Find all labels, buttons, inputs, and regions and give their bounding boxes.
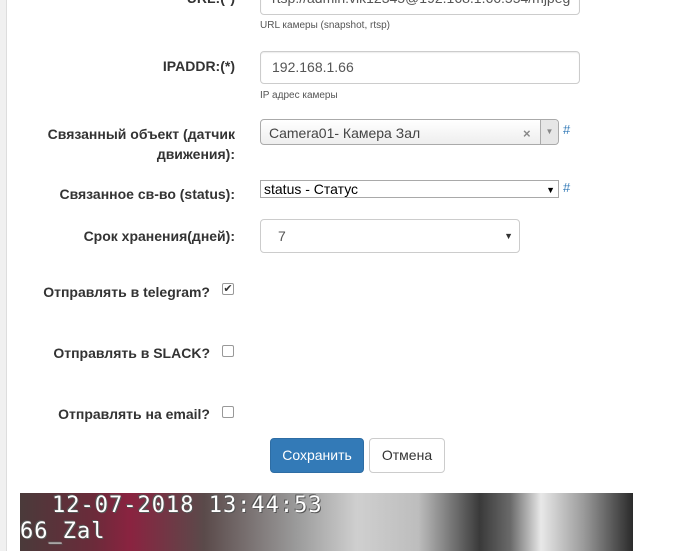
caret-down-icon: ▼ — [546, 185, 555, 195]
camera-name-overlay: 66_Zal — [20, 519, 106, 544]
save-button[interactable]: Сохранить — [270, 438, 364, 473]
retention-label: Срок хранения(дней): — [83, 228, 235, 244]
linked-object-value: Camera01- Камера Зал — [269, 125, 421, 141]
linked-object-label-line1: Связанный объект (датчик — [47, 126, 235, 142]
linked-property-label: Связанное св-во (status): — [59, 186, 235, 202]
left-panel-edge — [0, 0, 7, 551]
cancel-button[interactable]: Отмена — [369, 438, 445, 473]
email-checkbox[interactable] — [222, 406, 234, 418]
linked-object-label: Связанный объект (датчик движения): — [20, 124, 235, 164]
email-label: Отправлять на email? — [58, 406, 210, 422]
linked-object-link[interactable]: # — [563, 122, 570, 137]
slack-label: Отправлять в SLACK? — [53, 345, 210, 361]
slack-checkbox[interactable] — [222, 345, 234, 357]
url-input[interactable]: rtsp://admin:vik12345@192.168.1.66:554/m… — [260, 0, 580, 15]
chevron-down-icon[interactable]: ▼ — [540, 120, 558, 144]
telegram-label: Отправлять в telegram? — [43, 284, 210, 300]
linked-object-label-line2: движения): — [156, 146, 235, 162]
camera-timestamp: 12-07-2018 13:44:53 — [52, 493, 323, 518]
ipaddr-help: IP адрес камеры — [260, 90, 338, 101]
check-icon: ✔ — [223, 283, 233, 295]
retention-select[interactable]: 7 ▼ — [260, 219, 520, 253]
telegram-checkbox[interactable]: ✔ — [222, 283, 234, 295]
retention-value: 7 — [278, 228, 286, 244]
url-label: URL:(*) — [150, 0, 235, 8]
linked-property-link[interactable]: # — [563, 180, 570, 195]
close-icon[interactable]: × — [523, 122, 531, 146]
url-help: URL камеры (snapshot, rtsp) — [260, 20, 391, 31]
linked-property-select[interactable]: status - Статус ▼ — [260, 180, 559, 198]
caret-down-icon: ▼ — [504, 231, 513, 241]
ipaddr-input[interactable]: 192.168.1.66 — [260, 51, 580, 84]
camera-preview: 12-07-2018 13:44:53 66_Zal — [20, 493, 633, 551]
linked-object-select[interactable]: Camera01- Камера Зал × ▼ — [260, 119, 559, 145]
linked-property-value: status - Статус — [264, 181, 359, 197]
ipaddr-label: IPADDR:(*) — [162, 58, 235, 74]
